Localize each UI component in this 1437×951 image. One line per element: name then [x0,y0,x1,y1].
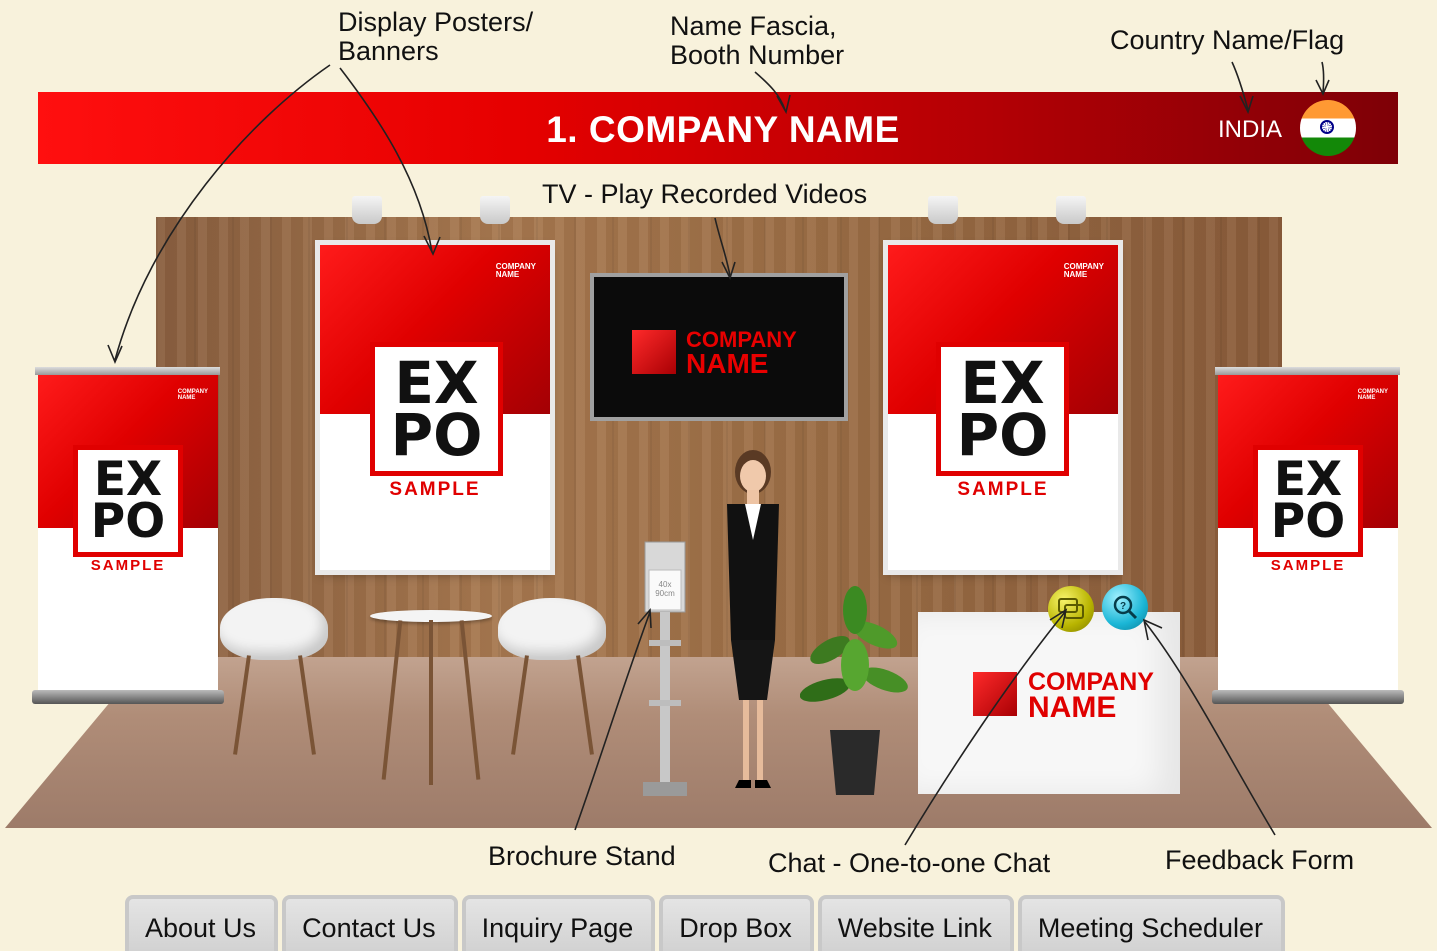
chair-left [220,598,328,660]
spotlight-icon [480,196,510,224]
chair-right [498,598,606,660]
tab-website-link[interactable]: Website Link [817,895,1014,951]
poster-company-logo: COMPANY NAME [495,262,536,279]
expo-logo: EX PO [73,445,183,557]
spotlight-icon [1056,196,1086,224]
brochure-stand-label: Brochure Stand [488,841,676,871]
expo-logo: EX PO [1253,445,1363,557]
spotlight-icon [928,196,958,224]
expo-logo: EX PO [936,342,1069,476]
banner-sample-text: SAMPLE [1270,557,1346,574]
name-fascia-label-line2: Booth Number [670,40,845,70]
banner-base [32,690,224,704]
display-posters-label-line1: Display Posters/ [338,7,534,37]
roll-up-banner-right[interactable]: COMPANY NAME EX PO SAMPLE [1218,375,1398,693]
name-fascia-label: Name Fascia, Booth Number [670,12,844,70]
display-poster-left[interactable]: COMPANY NAME EX PO SAMPLE [320,245,550,570]
name-fascia: 1. COMPANY NAME INDIA [38,92,1398,164]
banner-company-logo: COMPANY NAME [1357,389,1388,401]
country-name: INDIA [1218,116,1283,143]
banner-top-bar [35,367,220,375]
tab-contact-us[interactable]: Contact Us [282,895,458,951]
country-flag-label: Country Name/Flag [1110,25,1345,55]
company-logo-icon [632,330,676,374]
brochure-stand[interactable]: 40x 90cm [643,540,687,800]
banner-sample-text: SAMPLE [90,557,166,574]
potted-plant [799,580,910,800]
tv-company-name: COMPANY NAME [686,327,797,379]
poster-sample-text: SAMPLE [389,479,481,500]
tab-meeting-scheduler[interactable]: Meeting Scheduler [1017,895,1286,951]
question-search-icon[interactable]: ? [1102,584,1148,630]
chat-bubble-icon[interactable] [1048,586,1094,632]
tv-label: TV - Play Recorded Videos [542,179,868,209]
india-flag-icon [1300,100,1356,156]
display-poster-right[interactable]: COMPANY NAME EX PO SAMPLE [888,245,1118,570]
poster-sample-text: SAMPLE [957,479,1049,500]
poster-company-logo: COMPANY NAME [1063,262,1104,279]
roll-up-banner-left[interactable]: COMPANY NAME EX PO SAMPLE [38,375,218,693]
chat-label: Chat - One-to-one Chat [768,848,1051,878]
booth-tab-bar: About Us Contact Us Inquiry Page Drop Box We… [125,895,1289,951]
spotlight-icon [352,196,382,224]
name-fascia-label-line1: Name Fascia, [670,11,837,41]
brochure-text: 40x 90cm [655,580,675,598]
tab-inquiry-page[interactable]: Inquiry Page [461,895,656,951]
banner-base [1212,690,1404,704]
feedback-label: Feedback Form [1165,845,1355,875]
tab-about-us[interactable]: About Us [125,895,279,951]
reception-counter: COMPANY NAME [918,612,1180,794]
company-name-title: 1. COMPANY NAME [546,109,900,150]
company-logo-icon [973,672,1017,716]
expo-logo: EX PO [370,342,503,476]
tv-screen[interactable]: COMPANY NAME [590,273,848,421]
banner-company-logo: COMPANY NAME [177,389,208,401]
tab-drop-box[interactable]: Drop Box [659,895,814,951]
display-posters-label: Display Posters/ Banners [338,8,533,66]
banner-top-bar [1215,367,1400,375]
booth-attendant [705,440,795,800]
table-leg [429,620,433,785]
display-posters-label-line2: Banners [338,36,439,66]
counter-company-name: COMPANY NAME [1028,668,1154,724]
svg-text:?: ? [1120,601,1126,612]
